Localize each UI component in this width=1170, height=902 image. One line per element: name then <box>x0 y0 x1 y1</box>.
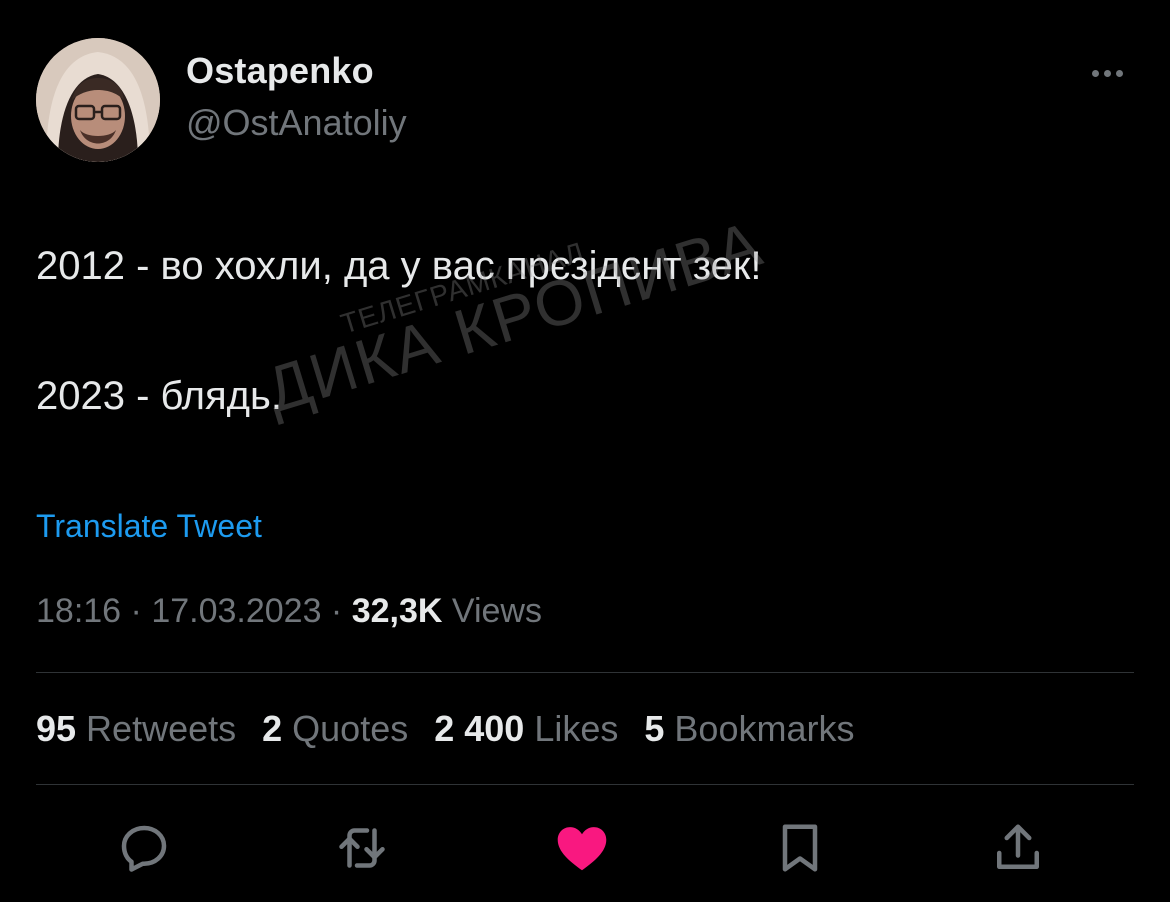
watermark-bottom-text: ДИКА КРОПИВА <box>257 206 771 427</box>
views-count: 32,3K <box>351 592 443 630</box>
retweets-label: Retweets <box>76 708 237 749</box>
likes-stat[interactable]: 2 400 Likes <box>434 708 618 750</box>
avatar-image <box>36 38 160 162</box>
more-dot-icon <box>1091 69 1099 77</box>
meta-separator: · <box>321 592 352 630</box>
reply-icon <box>121 825 167 872</box>
user-handle[interactable]: @OstAnatoliy <box>186 102 407 144</box>
divider <box>36 784 1134 785</box>
likes-count: 2 400 <box>434 708 525 749</box>
bookmark-button[interactable] <box>768 816 832 880</box>
retweets-count: 95 <box>36 708 77 749</box>
retweet-button[interactable] <box>330 816 394 880</box>
bookmark-icon <box>782 824 818 872</box>
tweet-time[interactable]: 18:16 <box>36 592 121 630</box>
avatar[interactable] <box>36 38 160 162</box>
share-button[interactable] <box>986 816 1050 880</box>
bookmarks-label: Bookmarks <box>664 708 855 749</box>
bookmarks-stat[interactable]: 5 Bookmarks <box>644 708 854 750</box>
retweet-icon <box>339 828 385 868</box>
divider <box>36 672 1134 673</box>
display-name[interactable]: Ostapenko <box>186 50 374 92</box>
tweet-text-line: 2012 - во хохли, да у вас прєзідєнт зек! <box>36 244 762 288</box>
views-label: Views <box>442 592 542 630</box>
translate-tweet-link[interactable]: Translate Tweet <box>36 508 262 545</box>
more-options-button[interactable] <box>1082 58 1132 88</box>
tweet-meta: 18:16 · 17.03.2023 · 32,3K Views <box>36 592 542 631</box>
more-dot-icon <box>1103 69 1111 77</box>
tweet-text-line: 2023 - блядь. <box>36 374 282 418</box>
bookmarks-count: 5 <box>644 708 665 749</box>
quotes-label: Quotes <box>282 708 409 749</box>
quotes-stat[interactable]: 2 Quotes <box>262 708 408 750</box>
like-button[interactable] <box>550 816 614 880</box>
reply-button[interactable] <box>112 816 176 880</box>
tweet-date[interactable]: 17.03.2023 <box>151 592 321 630</box>
share-icon <box>997 824 1039 869</box>
engagement-stats: 95 Retweets 2 Quotes 2 400 Likes 5 Bookm… <box>36 708 854 750</box>
more-dot-icon <box>1115 69 1123 77</box>
likes-label: Likes <box>524 708 619 749</box>
like-icon-filled <box>557 827 607 871</box>
retweets-stat[interactable]: 95 Retweets <box>36 708 236 750</box>
quotes-count: 2 <box>262 708 283 749</box>
meta-separator: · <box>121 592 152 630</box>
